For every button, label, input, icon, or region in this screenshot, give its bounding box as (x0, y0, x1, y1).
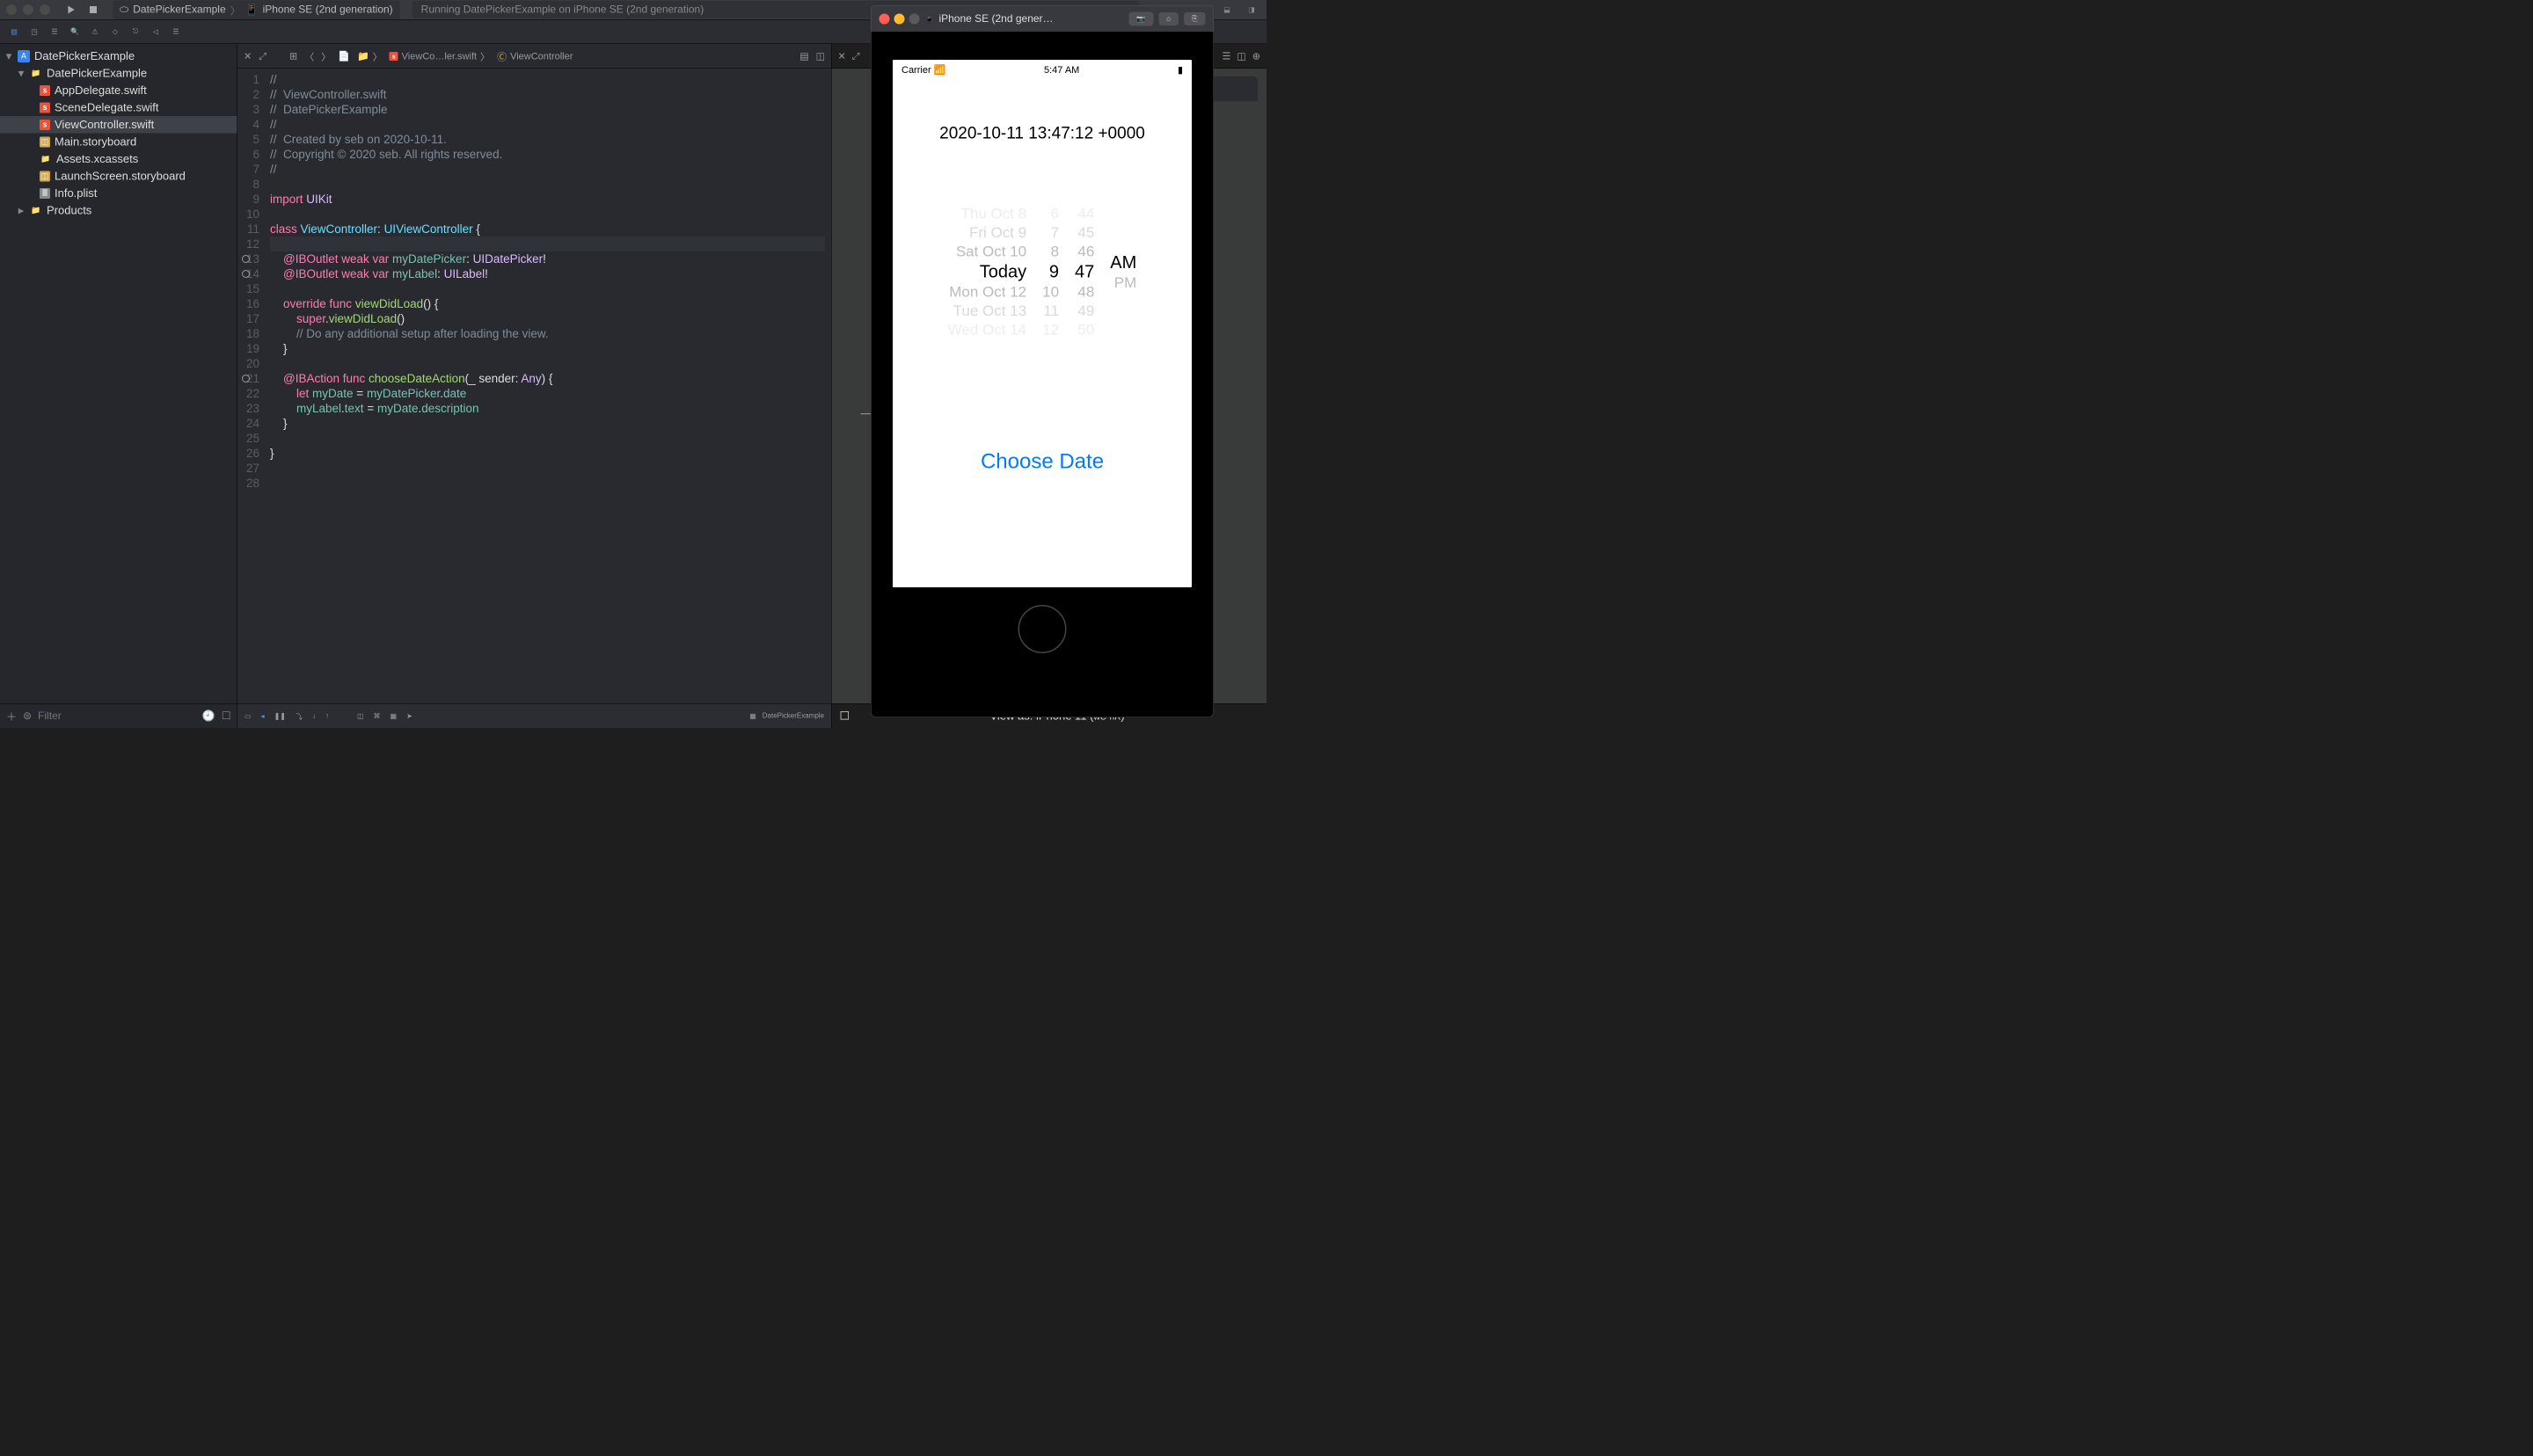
related-items-icon[interactable]: ⤢ (259, 50, 266, 62)
battery-icon: ▮ (1178, 64, 1183, 76)
tree-group[interactable]: ▾📁 DatePickerExample (0, 65, 237, 83)
tree-file[interactable]: sAppDelegate.swift (0, 82, 237, 99)
project-navigator: ▾A DatePickerExample ▾📁 DatePickerExampl… (0, 44, 237, 728)
symbol-navigator-icon[interactable]: ☰ (48, 25, 61, 38)
minimize-icon[interactable] (23, 4, 33, 15)
tree-file[interactable]: sSceneDelegate.swift (0, 99, 237, 117)
find-navigator-icon[interactable]: 🔍 (69, 25, 81, 38)
tree-products[interactable]: ▸📁 Products (0, 202, 237, 220)
source-control-icon[interactable]: ◳ (28, 25, 40, 38)
panel-right-icon[interactable]: ◨ (1243, 4, 1260, 16)
screenshot-button[interactable]: 📷 (1128, 11, 1153, 25)
breakpoint-navigator-icon[interactable]: ◁ (150, 25, 162, 38)
report-navigator-icon[interactable]: ☰ (170, 25, 182, 38)
simulator-screen[interactable]: Carrier 📶 5:47 AM ▮ 2020-10-11 13:47:12 … (893, 60, 1192, 587)
close-tab-icon[interactable]: ✕ (244, 50, 252, 62)
close-icon[interactable] (6, 4, 17, 15)
back-icon[interactable]: 〈 (304, 49, 314, 63)
adjust-editor-icon[interactable]: ◫ (1237, 50, 1245, 62)
simulator-titlebar: 📱 iPhone SE (2nd gener… 📷 ⌂ ⎘ (871, 5, 1214, 32)
step-over-icon[interactable]: ⤵ (296, 710, 303, 721)
wifi-icon: 📶 (934, 64, 946, 76)
navigator-filter-bar: ＋ ⊜ 🕘 ☐ (0, 703, 237, 728)
simulator-body: Carrier 📶 5:47 AM ▮ 2020-10-11 13:47:12 … (871, 32, 1214, 717)
recent-filter-icon[interactable]: 🕘 (202, 710, 215, 723)
scheme-app: DatePickerExample (133, 4, 225, 16)
env-icon[interactable]: ▦ (391, 711, 398, 720)
close-icon[interactable] (880, 13, 890, 24)
project-navigator-icon[interactable]: ▤ (8, 25, 20, 38)
editor-jumpbar[interactable]: ✕ ⤢ ⊞ 〈 〉 📄 📁〉 sViewCo…ler.swift〉 Ⓒ View… (237, 44, 831, 69)
forward-icon[interactable]: 〉 (321, 49, 331, 63)
test-navigator-icon[interactable]: ◇ (109, 25, 121, 38)
adjust-editor-icon[interactable]: ◫ (816, 50, 825, 62)
zoom-icon[interactable] (909, 13, 920, 24)
step-out-icon[interactable]: ↑ (325, 712, 329, 720)
minimize-icon[interactable] (894, 13, 905, 24)
tree-file-selected[interactable]: sViewController.swift (0, 116, 237, 134)
location-icon[interactable]: ➤ (406, 711, 412, 720)
add-button[interactable]: ＋ (6, 709, 17, 724)
code-editor[interactable]: 1234567891011121314151617181920212223242… (237, 69, 831, 703)
target-icon: ▦ (749, 711, 756, 720)
step-into-icon[interactable]: ↓ (312, 712, 316, 720)
rotate-button[interactable]: ⎘ (1184, 12, 1205, 25)
close-tab-icon[interactable]: ✕ (838, 50, 846, 62)
filter-input[interactable] (38, 710, 196, 722)
sim-date-picker[interactable]: Thu Oct 8Fri Oct 9Sat Oct 10TodayMon Oct… (893, 205, 1192, 340)
outline-icon[interactable]: ☐ (840, 710, 850, 724)
debug-target-label: DatePickerExample (763, 712, 824, 720)
tree-file[interactable]: ◫Main.storyboard (0, 134, 237, 151)
scheme-device: iPhone SE (2nd generation) (263, 4, 393, 16)
tree-root[interactable]: ▾A DatePickerExample (0, 47, 237, 65)
add-editor-icon[interactable]: ⊕ (1252, 50, 1260, 62)
editor-area: ✕ ⤢ ⊞ 〈 〉 📄 📁〉 sViewCo…ler.swift〉 Ⓒ View… (237, 44, 831, 728)
tree-file[interactable]: 📁Assets.xcassets (0, 150, 237, 168)
breakpoints-icon[interactable]: ◂ (261, 711, 265, 720)
scm-filter-icon[interactable]: ☐ (222, 710, 231, 723)
tree-file[interactable]: ◫LaunchScreen.storyboard (0, 168, 237, 186)
sim-time: 5:47 AM (1044, 64, 1079, 76)
toggle-debug-icon[interactable]: ▭ (245, 711, 252, 720)
run-button[interactable] (62, 4, 80, 16)
debug-bar: ▭ ◂ ❚❚ ⤵ ↓ ↑ ◫ ⌘ ▦ ➤ ▦ DatePickerExample (237, 703, 831, 728)
pause-icon[interactable]: ❚❚ (274, 711, 286, 720)
window-traffic-lights (6, 4, 50, 15)
panel-bottom-icon[interactable]: ⬓ (1218, 4, 1236, 16)
related-items-icon[interactable]: ⤢ (852, 50, 860, 62)
sim-carrier: Carrier (902, 64, 931, 76)
debug-view-icon[interactable]: ◫ (357, 711, 364, 720)
issue-navigator-icon[interactable]: ⚠ (89, 25, 101, 38)
home-button-icon[interactable] (1018, 605, 1067, 653)
result-label: 2020-10-11 13:47:12 +0000 (893, 124, 1192, 143)
scheme-selector[interactable]: ⬭ DatePickerExample 〉 📱 iPhone SE (2nd g… (113, 0, 400, 19)
grid-icon[interactable]: ⊞ (289, 50, 297, 62)
adjust-editor-icon[interactable]: ☰ (1223, 50, 1231, 62)
choose-date-button[interactable]: Choose Date (893, 449, 1192, 474)
zoom-icon[interactable] (40, 4, 50, 15)
filter-icon: ⊜ (23, 710, 32, 723)
file-icon: 📄 (338, 50, 350, 62)
home-button[interactable]: ⌂ (1158, 12, 1179, 25)
simulator-title: iPhone SE (2nd gener… (938, 12, 1123, 25)
folder-icon: 📁 (357, 50, 369, 62)
memory-icon[interactable]: ⌘ (374, 711, 381, 720)
tree-file[interactable]: ≣Info.plist (0, 185, 237, 202)
stop-button[interactable] (84, 4, 102, 16)
debug-navigator-icon[interactable]: ⎋ (129, 25, 142, 38)
minimap-icon[interactable]: ▤ (799, 50, 808, 62)
